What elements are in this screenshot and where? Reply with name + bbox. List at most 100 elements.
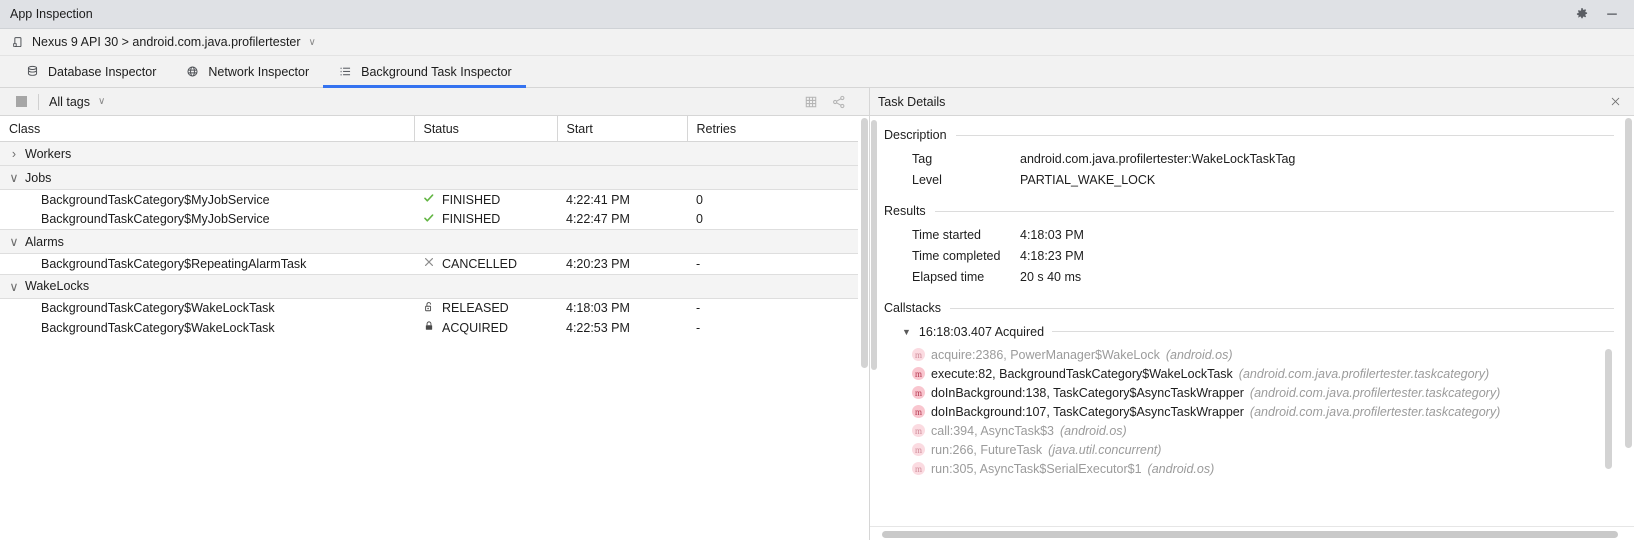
callstacks-section-header: Callstacks	[884, 301, 1614, 315]
task-table: Class Status Start Retries ›	[0, 116, 858, 338]
lock-closed-icon	[423, 320, 435, 335]
status-label: ACQUIRED	[442, 321, 508, 335]
cell-status: FINISHED	[414, 210, 557, 230]
cell-status: CANCELLED	[414, 254, 557, 275]
cell-class: BackgroundTaskCategory$WakeLockTask	[0, 318, 414, 338]
table-group-row[interactable]: ∨ Alarms	[0, 230, 858, 254]
detail-value: 20 s 40 ms	[1020, 270, 1081, 284]
tab-network-inspector[interactable]: Network Inspector	[170, 56, 323, 87]
status-label: FINISHED	[442, 212, 500, 226]
cell-retries: -	[687, 254, 858, 275]
chevron-down-icon[interactable]: ∨	[9, 234, 19, 249]
lock-open-icon	[423, 301, 435, 316]
scrollbar-thumb[interactable]	[861, 118, 868, 368]
callstack-frame[interactable]: m doInBackground:107, TaskCategory$Async…	[884, 402, 1614, 421]
all-tags-dropdown[interactable]: All tags ∨	[43, 95, 111, 109]
group-label-wrap: ∨ Alarms	[9, 234, 858, 249]
table-row[interactable]: BackgroundTaskCategory$MyJobService FINI…	[0, 190, 858, 210]
cell-class: BackgroundTaskCategory$MyJobService	[0, 210, 414, 230]
detail-key: Level	[884, 173, 1020, 187]
table-view-icon[interactable]	[803, 94, 819, 110]
tab-background-task-inspector[interactable]: Background Task Inspector	[323, 56, 526, 87]
callstack-frame[interactable]: m execute:82, BackgroundTaskCategory$Wak…	[884, 364, 1614, 383]
group-name: Jobs	[25, 171, 51, 185]
close-icon[interactable]	[1604, 96, 1634, 107]
table-header-row: Class Status Start Retries	[0, 116, 858, 142]
task-table-scroll-area: Class Status Start Retries ›	[0, 116, 869, 540]
toolbar-divider	[38, 94, 39, 110]
frame-name: doInBackground:107, TaskCategory$AsyncTa…	[931, 405, 1244, 419]
callstack-group-header[interactable]: ▼ 16:18:03.407 Acquired	[884, 321, 1614, 342]
cell-status: RELEASED	[414, 298, 557, 318]
details-vertical-scrollbar[interactable]	[1625, 118, 1632, 448]
description-section: Description Tag android.com.java.profile…	[884, 128, 1614, 190]
status-label: RELEASED	[442, 301, 509, 315]
scrollbar-thumb[interactable]	[871, 120, 877, 370]
minimize-icon[interactable]	[1604, 6, 1620, 22]
callstack-vertical-scrollbar[interactable]	[1605, 349, 1612, 469]
frame-package: (android.os)	[1060, 424, 1127, 438]
gear-icon[interactable]	[1574, 6, 1590, 22]
results-section-header: Results	[884, 204, 1614, 218]
status-label: CANCELLED	[442, 257, 517, 271]
chevron-right-icon[interactable]: ›	[9, 147, 19, 161]
method-icon: m	[912, 462, 925, 475]
window-titlebar: App Inspection	[0, 0, 1634, 29]
group-name: Alarms	[25, 235, 64, 249]
callstack-frame[interactable]: m call:394, AsyncTask$3 (android.os)	[884, 421, 1614, 440]
group-label-wrap: › Workers	[9, 147, 858, 161]
chevron-down-icon[interactable]: ∨	[309, 37, 316, 48]
details-horizontal-scrollbar[interactable]	[882, 531, 1618, 538]
cell-start: 4:20:23 PM	[557, 254, 687, 275]
cell-start: 4:22:47 PM	[557, 210, 687, 230]
column-header-retries[interactable]: Retries	[687, 116, 858, 142]
table-row[interactable]: BackgroundTaskCategory$WakeLockTask ACQU…	[0, 318, 858, 338]
stop-icon[interactable]	[16, 96, 27, 107]
device-selector-bar[interactable]: Nexus 9 API 30 > android.com.java.profil…	[0, 29, 1634, 56]
frame-name: execute:82, BackgroundTaskCategory$WakeL…	[931, 367, 1233, 381]
task-table-vertical-scrollbar[interactable]	[860, 116, 869, 540]
window-title: App Inspection	[10, 7, 1574, 21]
graph-view-icon[interactable]	[831, 94, 847, 110]
cell-class: BackgroundTaskCategory$RepeatingAlarmTas…	[0, 254, 414, 275]
triangle-down-icon[interactable]: ▼	[902, 327, 911, 337]
cell-status: FINISHED	[414, 190, 557, 210]
table-row[interactable]: BackgroundTaskCategory$MyJobService FINI…	[0, 210, 858, 230]
cell-class: BackgroundTaskCategory$MyJobService	[0, 190, 414, 210]
callstack-frame[interactable]: m run:305, AsyncTask$SerialExecutor$1 (a…	[884, 459, 1614, 477]
frame-package: (java.util.concurrent)	[1048, 443, 1161, 457]
section-rule	[956, 135, 1614, 136]
group-label-wrap: ∨ Jobs	[9, 170, 858, 185]
detail-key: Elapsed time	[884, 270, 1020, 284]
frame-name: doInBackground:138, TaskCategory$AsyncTa…	[931, 386, 1244, 400]
check-icon	[423, 192, 435, 207]
frame-name: call:394, AsyncTask$3	[931, 424, 1054, 438]
device-label: Nexus 9 API 30 > android.com.java.profil…	[32, 35, 301, 49]
callstack-frame[interactable]: m acquire:2386, PowerManager$WakeLock (a…	[884, 345, 1614, 364]
tab-database-inspector[interactable]: Database Inspector	[10, 56, 170, 87]
all-tags-label: All tags	[49, 95, 90, 109]
callstack-frame[interactable]: m doInBackground:138, TaskCategory$Async…	[884, 383, 1614, 402]
table-row[interactable]: BackgroundTaskCategory$WakeLockTask RELE…	[0, 298, 858, 318]
table-group-row[interactable]: ∨ WakeLocks	[0, 274, 858, 298]
tab-label: Database Inspector	[48, 65, 156, 79]
detail-row-time-completed: Time completed 4:18:23 PM	[884, 245, 1614, 266]
detail-value: 4:18:03 PM	[1020, 228, 1084, 242]
table-row[interactable]: BackgroundTaskCategory$RepeatingAlarmTas…	[0, 254, 858, 275]
x-icon	[423, 256, 435, 271]
task-details-header: Task Details	[870, 88, 1634, 116]
database-icon	[24, 64, 40, 80]
chevron-down-icon[interactable]: ∨	[9, 170, 19, 185]
callstack-frame[interactable]: m run:266, FutureTask (java.util.concurr…	[884, 440, 1614, 459]
chevron-down-icon[interactable]: ∨	[9, 279, 19, 294]
app-inspection-window: App Inspection Nexus 9 API 30 > android.…	[0, 0, 1634, 540]
column-header-class[interactable]: Class	[0, 116, 414, 142]
table-group-row[interactable]: › Workers	[0, 142, 858, 166]
detail-value: PARTIAL_WAKE_LOCK	[1020, 173, 1155, 187]
column-header-start[interactable]: Start	[557, 116, 687, 142]
detail-value: 4:18:23 PM	[1020, 249, 1084, 263]
detail-row-elapsed-time: Elapsed time 20 s 40 ms	[884, 266, 1614, 287]
section-title: Callstacks	[884, 301, 941, 315]
table-group-row[interactable]: ∨ Jobs	[0, 166, 858, 190]
column-header-status[interactable]: Status	[414, 116, 557, 142]
